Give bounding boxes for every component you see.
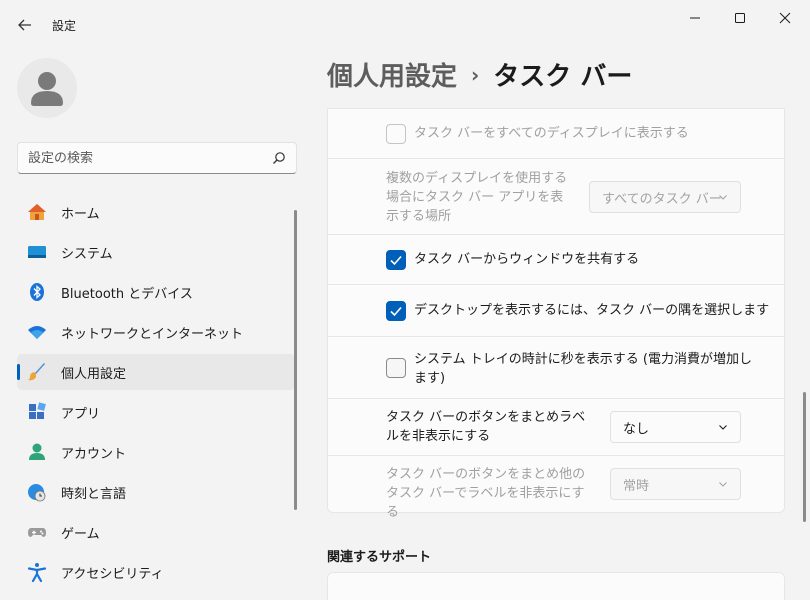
related-support-heading: 関連するサポート [327, 550, 432, 565]
maximize-icon [735, 13, 745, 23]
account-icon [27, 442, 47, 462]
close-button[interactable] [762, 6, 808, 30]
gamepad-icon [27, 522, 47, 542]
minimize-button[interactable] [672, 6, 718, 30]
breadcrumb-separator: › [471, 62, 480, 87]
apps-icon [27, 402, 47, 422]
back-button[interactable] [12, 12, 38, 38]
bluetooth-icon [27, 282, 47, 302]
title-bar: 設定 [0, 0, 810, 48]
app-title: 設定 [52, 19, 77, 33]
setting-label: デスクトップを表示するには、タスク バーの隅を選択します [414, 303, 770, 318]
setting-label: タスク バーをすべてのディスプレイに表示する [414, 126, 689, 141]
setting-row-share-window: タスク バーからウィンドウを共有する [327, 235, 785, 285]
sidebar-item-label: アカウント [61, 446, 127, 462]
main-scrollbar[interactable] [803, 392, 806, 522]
dropdown-value: すべてのタスク バー [602, 191, 722, 207]
setting-row-show-desktop: デスクトップを表示するには、タスク バーの隅を選択します [327, 285, 785, 337]
setting-row-all-displays: タスク バーをすべてのディスプレイに表示する [327, 108, 785, 159]
page-title: タスク バー [493, 62, 633, 92]
wifi-icon [27, 322, 47, 342]
setting-row-combine-buttons: タスク バーのボタンをまとめラベルを非表示にする なし [327, 399, 785, 456]
setting-label: タスク バーのボタンをまとめ他のタスク バーでラベルを非表示にする [386, 467, 586, 520]
setting-label: タスク バーからウィンドウを共有する [414, 252, 640, 267]
sidebar-item-label: システム [61, 246, 113, 262]
sidebar-item-label: Bluetooth とデバイス [61, 286, 193, 302]
combine-other-dropdown[interactable]: 常時 [610, 468, 741, 500]
sidebar-item-label: アクセシビリティ [61, 566, 164, 582]
sidebar-item-label: ネットワークとインターネット [61, 326, 244, 342]
avatar[interactable] [17, 58, 77, 118]
chevron-down-icon [719, 195, 727, 200]
search-box[interactable] [17, 142, 297, 174]
sidebar-item-system[interactable]: システム [17, 234, 295, 270]
checkmark-icon [390, 306, 402, 317]
sidebar-scrollbar[interactable] [294, 210, 297, 510]
dropdown-value: 常時 [623, 478, 650, 494]
dropdown-value: なし [623, 421, 650, 437]
user-icon [31, 72, 63, 106]
minimize-icon [690, 17, 700, 19]
accessibility-icon [27, 562, 47, 582]
related-support-card[interactable] [327, 572, 785, 600]
sidebar-item-label: 時刻と言語 [61, 486, 127, 502]
sidebar-item-accounts[interactable]: アカウント [17, 434, 295, 470]
sidebar-item-home[interactable]: ホーム [17, 194, 295, 230]
setting-row-clock-seconds: システム トレイの時計に秒を表示する (電力消費が増加します) [327, 337, 785, 399]
chevron-down-icon [719, 425, 727, 430]
sidebar-item-label: 個人用設定 [61, 366, 127, 382]
checkbox-all-displays[interactable] [386, 124, 406, 144]
sidebar-item-label: ホーム [61, 206, 100, 222]
sidebar-nav: ホーム システム Bluetooth とデバイス ネットワークとインターネット … [17, 194, 295, 594]
brush-icon [27, 362, 47, 382]
system-icon [27, 242, 47, 262]
back-arrow-icon [18, 19, 31, 31]
sidebar-item-apps[interactable]: アプリ [17, 394, 295, 430]
setting-row-combine-other: タスク バーのボタンをまとめ他のタスク バーでラベルを非表示にする 常時 [327, 456, 785, 520]
breadcrumb-parent[interactable]: 個人用設定 [327, 56, 457, 93]
checkbox-clock-seconds[interactable] [386, 358, 406, 378]
search-icon[interactable] [272, 151, 286, 165]
breadcrumb: 個人用設定 › タスク バー [327, 56, 632, 93]
search-input[interactable] [28, 150, 258, 166]
sidebar-item-network[interactable]: ネットワークとインターネット [17, 314, 295, 350]
multi-display-apps-dropdown[interactable]: すべてのタスク バー [589, 181, 741, 213]
sidebar-item-gaming[interactable]: ゲーム [17, 514, 295, 550]
chevron-down-icon [719, 482, 727, 487]
sidebar-item-label: ゲーム [61, 526, 100, 542]
sidebar-item-time-language[interactable]: 時刻と言語 [17, 474, 295, 510]
close-icon [779, 12, 791, 24]
setting-row-multi-display-apps: 複数のディスプレイを使用する場合にタスク バー アプリを表示する場所 すべてのタ… [327, 159, 785, 235]
setting-label: タスク バーのボタンをまとめラベルを非表示にする [386, 410, 586, 444]
setting-label: システム トレイの時計に秒を表示する (電力消費が増加します) [414, 352, 752, 386]
clock-globe-icon [27, 482, 47, 502]
sidebar-item-accessibility[interactable]: アクセシビリティ [17, 554, 295, 590]
sidebar-item-bluetooth[interactable]: Bluetooth とデバイス [17, 274, 295, 310]
home-icon [27, 202, 47, 222]
sidebar-item-personalization[interactable]: 個人用設定 [17, 354, 295, 390]
checkbox-share-window[interactable] [386, 250, 406, 270]
checkbox-show-desktop[interactable] [386, 301, 406, 321]
maximize-button[interactable] [717, 6, 763, 30]
combine-buttons-dropdown[interactable]: なし [610, 411, 741, 443]
sidebar-item-label: アプリ [61, 406, 101, 422]
checkmark-icon [390, 255, 402, 266]
taskbar-behaviors-card: タスク バーをすべてのディスプレイに表示する 複数のディスプレイを使用する場合に… [327, 108, 785, 520]
setting-label: 複数のディスプレイを使用する場合にタスク バー アプリを表示する場所 [386, 171, 568, 224]
